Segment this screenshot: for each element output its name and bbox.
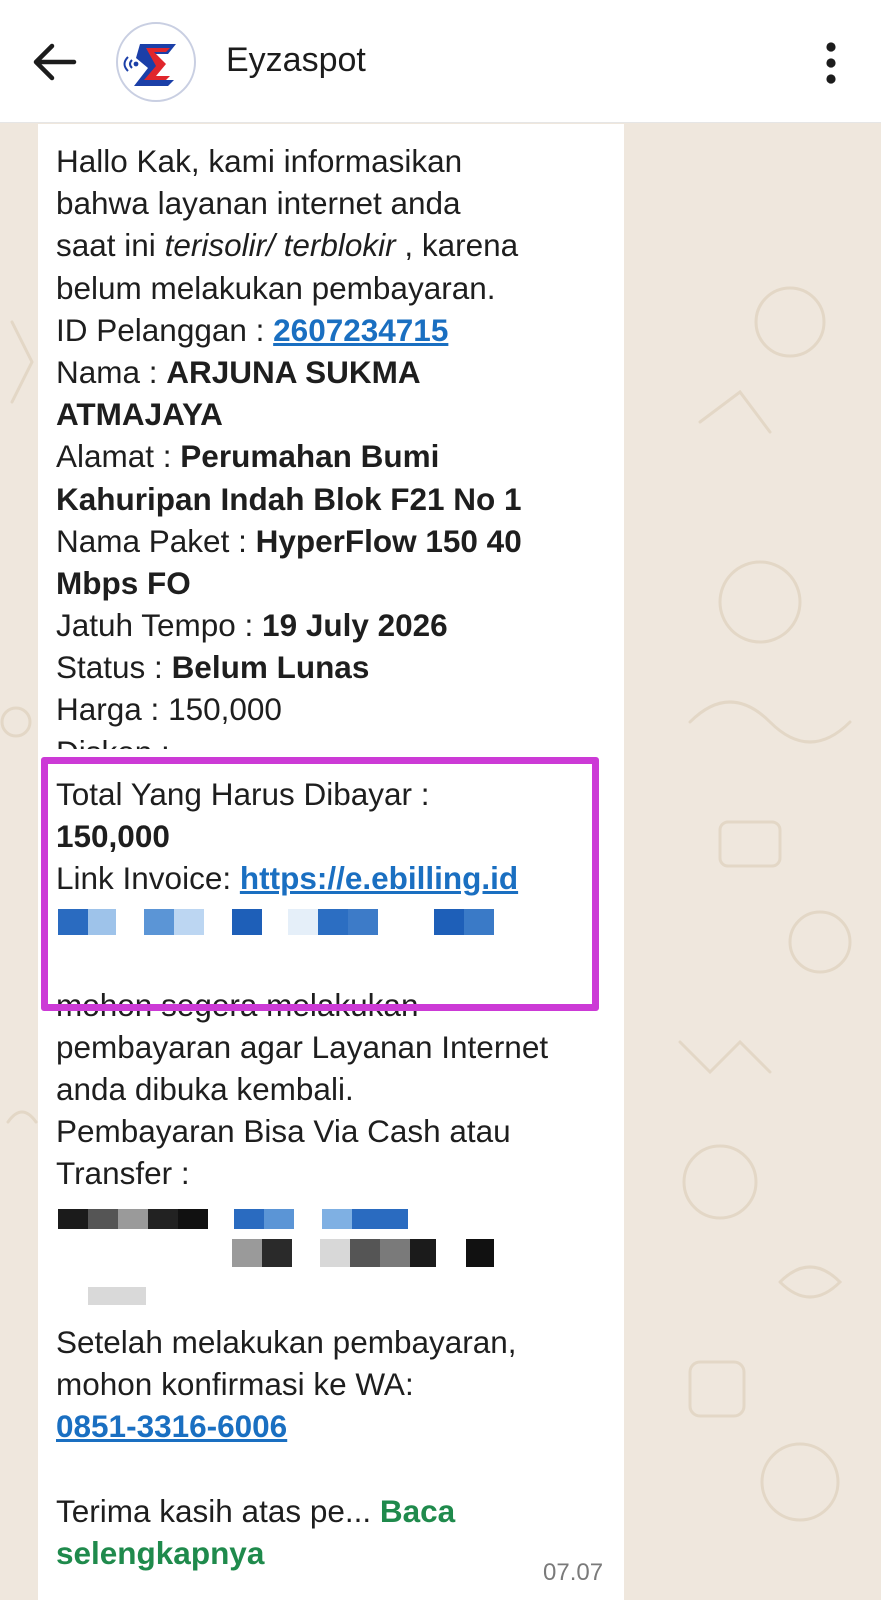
- isolation-status-line: saat ini terisolir/ terblokir , karena: [56, 227, 519, 264]
- chat-header: Eyzaspot: [0, 0, 881, 123]
- status-row: Status : Belum Lunas: [56, 649, 370, 686]
- eyzaspot-logo: [122, 28, 190, 96]
- package-row: Nama Paket : HyperFlow 150 40: [56, 522, 522, 559]
- redacted-account-row-3: [56, 1279, 616, 1321]
- more-options-button[interactable]: [818, 40, 844, 86]
- chat-title[interactable]: Eyzaspot: [226, 41, 366, 80]
- customer-id-link[interactable]: 2607234715: [273, 312, 448, 348]
- customer-id-row: ID Pelanggan : 2607234715: [56, 311, 449, 348]
- address-row-cont: Kahuripan Indah Blok F21 No 1: [56, 480, 522, 517]
- message-line: anda dibuka kembali.: [56, 1070, 354, 1107]
- discount-row: Diskon : -: [56, 731, 616, 749]
- due-date-row: Jatuh Tempo : 19 July 2026: [56, 607, 448, 644]
- phone-link[interactable]: 0851-3316-6006: [56, 1408, 287, 1444]
- message-text: Hallo Kak, kami informasikan bahwa layan…: [56, 140, 616, 1574]
- invoice-link[interactable]: https://e.ebilling.id: [240, 860, 518, 896]
- redacted-link: [56, 899, 616, 941]
- arrow-left-icon: [33, 43, 77, 81]
- total-label: Total Yang Harus Dibayar :: [56, 775, 430, 812]
- more-vertical-icon: [826, 42, 836, 84]
- message-line: Hallo Kak, kami informasikan: [56, 143, 463, 179]
- back-button[interactable]: [30, 40, 78, 84]
- redacted-account-row-2: [56, 1237, 616, 1279]
- read-more-link[interactable]: Baca: [380, 1493, 455, 1529]
- name-row-cont: ATMAJAYA: [56, 396, 223, 433]
- address-row: Alamat : Perumahan Bumi: [56, 438, 440, 475]
- total-value: 150,000: [56, 817, 170, 854]
- message-line: belum melakukan pembayaran.: [56, 269, 496, 306]
- avatar[interactable]: [116, 22, 196, 102]
- package-row-cont: Mbps FO: [56, 564, 191, 601]
- message-line: pembayaran agar Layanan Internet: [56, 1028, 549, 1065]
- message-line: bahwa layanan internet anda: [56, 185, 461, 222]
- message-line: Pembayaran Bisa Via Cash atau: [56, 1113, 511, 1150]
- price-row: Harga : 150,000: [56, 691, 282, 728]
- name-row: Nama : ARJUNA SUKMA: [56, 353, 421, 390]
- message-line: mohon konfirmasi ke WA:: [56, 1366, 414, 1403]
- read-more-link-cont[interactable]: selengkapnya: [56, 1532, 616, 1574]
- message-line: mohon segera melakukan: [56, 986, 419, 1023]
- message-timestamp: 07.07: [543, 1559, 604, 1586]
- message-line: Transfer :: [56, 1155, 190, 1192]
- redacted-account-row-1: [56, 1195, 616, 1237]
- message-line: Setelah melakukan pembayaran,: [56, 1324, 517, 1361]
- phone-row: 0851-3316-6006: [56, 1405, 616, 1447]
- invoice-row: Link Invoice: https://e.ebilling.id: [56, 860, 519, 896]
- closing-row: Terima kasih atas pe... Baca: [56, 1492, 456, 1529]
